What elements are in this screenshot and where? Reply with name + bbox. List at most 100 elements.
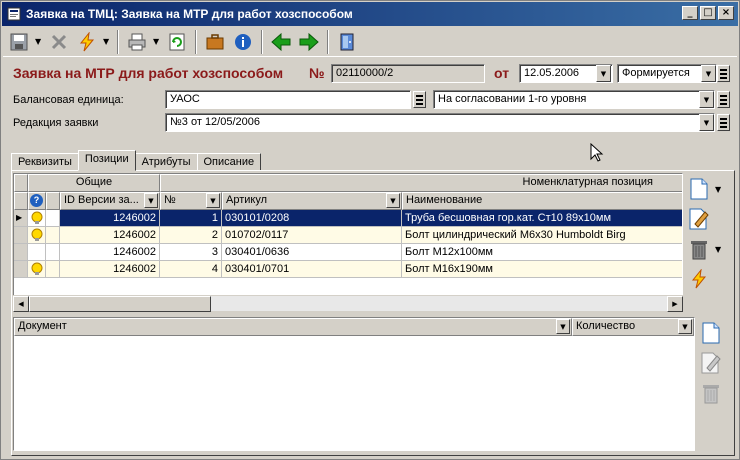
table-row[interactable]: 1246002 4 030401/0701 Болт М16х190мм xyxy=(14,261,682,278)
column-header-version-label: ID Версии за... xyxy=(64,194,139,206)
scroll-left-icon[interactable]: ◀ xyxy=(13,296,29,312)
column-header-number-label: № xyxy=(164,194,176,206)
forward-arrow-icon[interactable] xyxy=(297,30,321,54)
quantity-filter-icon[interactable]: ▼ xyxy=(678,319,692,334)
lightbulb-icon xyxy=(31,211,43,224)
bulb-cell xyxy=(28,244,46,261)
name-cell[interactable]: Болт цилиндрический М6х30 Humboldt Birg xyxy=(402,227,682,244)
date-label: от xyxy=(494,65,510,81)
row-indicator[interactable]: ▶ xyxy=(14,210,28,227)
document-filter-icon[interactable]: ▼ xyxy=(556,319,570,334)
version-cell[interactable]: 1246002 xyxy=(60,210,160,227)
status-menu-icon[interactable] xyxy=(717,65,730,82)
number-filter-icon[interactable]: ▼ xyxy=(206,193,220,208)
approval-menu-icon[interactable] xyxy=(717,91,730,108)
delete-icon[interactable] xyxy=(47,30,71,54)
refresh-icon[interactable] xyxy=(165,30,189,54)
tab-strip: Реквизиты Позиции Атрибуты Описание xyxy=(11,150,262,171)
row-indicator[interactable] xyxy=(14,244,28,261)
horizontal-scrollbar[interactable]: ◀ ▶ xyxy=(13,295,683,312)
close-button[interactable]: × xyxy=(718,6,734,20)
column-header-name-label: Наименование xyxy=(406,194,483,206)
number-cell[interactable]: 3 xyxy=(160,244,222,261)
row-indicator[interactable] xyxy=(14,227,28,244)
column-header-document[interactable]: Документ xyxy=(14,318,572,336)
print-dropdown-icon[interactable]: ▼ xyxy=(153,37,161,46)
column-header-document-label: Документ xyxy=(18,320,67,332)
tab-positions[interactable]: Позиции xyxy=(77,150,136,171)
number-field[interactable]: 02110000/2 xyxy=(331,64,485,83)
tab-attributes[interactable]: Атрибуты xyxy=(134,153,198,171)
number-cell[interactable]: 1 xyxy=(160,210,222,227)
article-filter-icon[interactable]: ▼ xyxy=(386,193,400,208)
new-document-dropdown-icon[interactable]: ▼ xyxy=(715,185,723,194)
bulb-column-header xyxy=(46,192,60,210)
balance-unit-menu-icon[interactable] xyxy=(413,91,426,108)
scroll-thumb[interactable] xyxy=(29,296,211,312)
version-cell[interactable]: 1246002 xyxy=(60,261,160,278)
mouse-cursor-icon xyxy=(590,143,604,162)
number-cell[interactable]: 4 xyxy=(160,261,222,278)
status-dropdown-icon[interactable]: ▼ xyxy=(701,65,716,82)
briefcase-icon[interactable] xyxy=(203,30,227,54)
name-cell[interactable]: Труба бесшовная гор.кат. Ст10 89х10мм xyxy=(402,210,682,227)
tab-requisites[interactable]: Реквизиты xyxy=(11,153,79,171)
save-icon[interactable] xyxy=(7,30,31,54)
name-cell[interactable]: Болт М12х100мм xyxy=(402,244,682,261)
article-cell[interactable]: 010702/0117 xyxy=(222,227,402,244)
version-cell[interactable]: 1246002 xyxy=(60,227,160,244)
table-row[interactable]: 1246002 3 030401/0636 Болт М12х100мм xyxy=(14,244,682,261)
save-dropdown-icon[interactable]: ▼ xyxy=(35,37,43,46)
column-header-name[interactable]: Наименование xyxy=(402,192,682,210)
revision-dropdown-icon[interactable]: ▼ xyxy=(699,114,714,131)
revision-menu-icon[interactable] xyxy=(717,114,730,131)
lightning-action-icon[interactable] xyxy=(687,267,711,291)
article-cell[interactable]: 030401/0701 xyxy=(222,261,402,278)
approval-status-field[interactable]: На согласовании 1-го уровня xyxy=(433,90,715,109)
maximize-button[interactable]: □ xyxy=(700,6,716,20)
help-header[interactable]: ? xyxy=(28,192,46,210)
edit-document-icon[interactable] xyxy=(687,207,711,231)
help-icon: ? xyxy=(30,194,43,207)
version-cell[interactable]: 1246002 xyxy=(60,244,160,261)
table-row[interactable]: ▶ 1246002 1 030101/0208 Труба бесшовная гор.… xyxy=(14,210,682,227)
info-icon[interactable] xyxy=(231,30,255,54)
trash-dropdown-icon[interactable]: ▼ xyxy=(715,245,723,254)
approval-dropdown-icon[interactable]: ▼ xyxy=(699,91,714,108)
table-row[interactable]: 1246002 2 010702/0117 Болт цилиндрический М… xyxy=(14,227,682,244)
column-header-article[interactable]: Артикул xyxy=(222,192,402,210)
title-bar: Заявка на ТМЦ: Заявка на МТР для работ х… xyxy=(2,2,738,26)
version-filter-icon[interactable]: ▼ xyxy=(144,193,158,208)
toolbar-separator xyxy=(117,29,119,54)
exit-door-icon[interactable] xyxy=(335,30,359,54)
minimize-button[interactable]: _ xyxy=(682,6,698,20)
back-arrow-icon[interactable] xyxy=(269,30,293,54)
bulb-cell xyxy=(28,210,46,227)
new-document-icon[interactable] xyxy=(687,177,711,201)
article-cell[interactable]: 030401/0636 xyxy=(222,244,402,261)
main-window: Заявка на ТМЦ: Заявка на МТР для работ х… xyxy=(0,0,740,460)
name-cell[interactable]: Болт М16х190мм xyxy=(402,261,682,278)
row-indicator[interactable] xyxy=(14,261,28,278)
new-document-icon[interactable] xyxy=(699,321,723,345)
revision-field[interactable]: №3 от 12/05/2006 xyxy=(165,113,715,132)
tab-description[interactable]: Описание xyxy=(196,153,262,171)
documents-grid: Документ ▼ Количество ▼ xyxy=(13,317,695,451)
article-cell[interactable]: 030101/0208 xyxy=(222,210,402,227)
number-cell[interactable]: 2 xyxy=(160,227,222,244)
column-header-quantity[interactable]: Количество xyxy=(572,318,694,336)
trash-icon[interactable] xyxy=(687,237,711,261)
date-dropdown-icon[interactable]: ▼ xyxy=(596,65,611,82)
empty-cell xyxy=(46,244,60,261)
lightning-dropdown-icon[interactable]: ▼ xyxy=(103,37,111,46)
empty-cell xyxy=(46,210,60,227)
revision-label: Редакция заявки xyxy=(13,117,99,129)
balance-unit-field[interactable]: УАОС xyxy=(165,90,411,109)
scroll-right-icon[interactable]: ▶ xyxy=(667,296,683,312)
app-icon xyxy=(6,6,22,22)
lightning-icon[interactable] xyxy=(75,30,99,54)
empty-cell xyxy=(46,227,60,244)
toolbar-separator xyxy=(195,29,197,54)
bulb-cell xyxy=(28,261,46,278)
print-icon[interactable] xyxy=(125,30,149,54)
